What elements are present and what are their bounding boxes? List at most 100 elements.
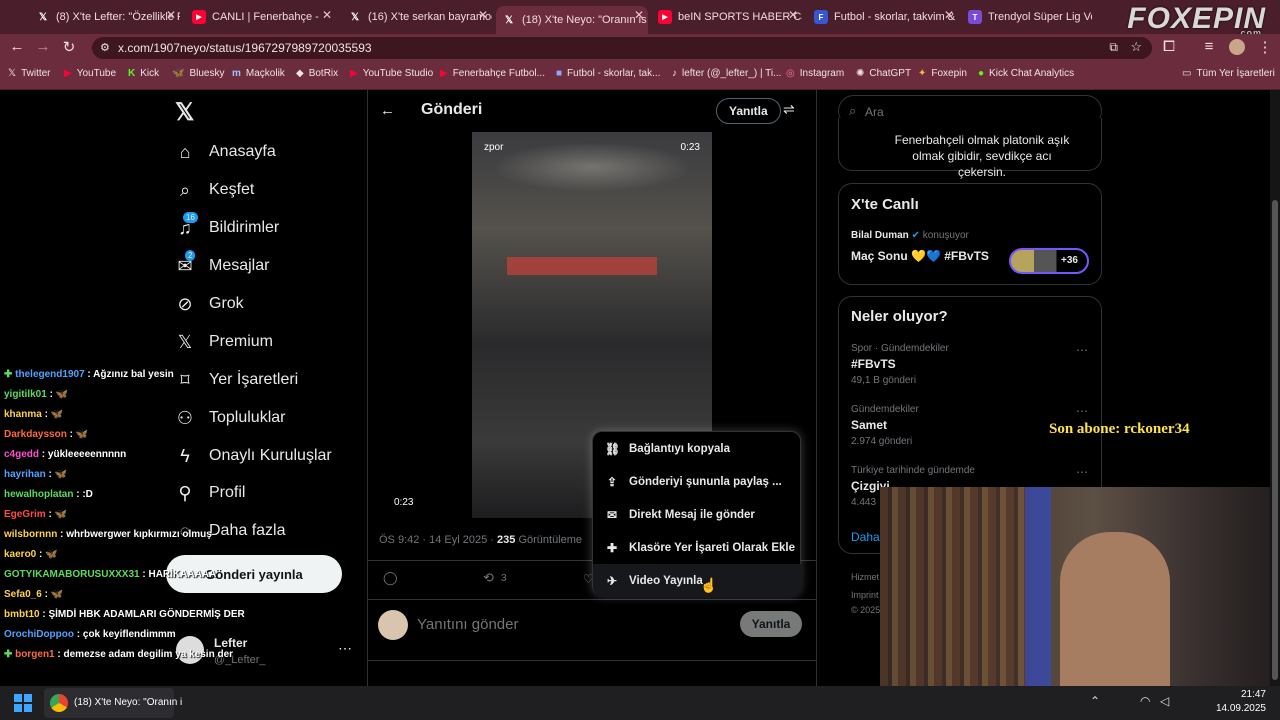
tab-bein[interactable]: ▶ beIN SPORTS HABER Can ✕ (652, 6, 802, 28)
trend-item[interactable]: Spor · Gündemdekiler #FBvTS 49,1 B gönderi (851, 343, 949, 386)
show-more-link[interactable]: Daha (851, 530, 880, 544)
bookmark-foxepin[interactable]: ✦ Foxepin (918, 68, 967, 79)
scrollbar-thumb[interactable] (1272, 200, 1278, 680)
install-icon[interactable]: ⧉ (1109, 40, 1118, 55)
reload-icon[interactable]: ↻ (60, 38, 78, 56)
all-bookmarks[interactable]: ▭ Tüm Yer İşaretleri (1182, 68, 1275, 79)
sidebar-item-notifications[interactable]: ♫ 16 Bildirimler (175, 212, 279, 238)
reply-icon[interactable]: ◯ (383, 570, 398, 586)
bookshelf (880, 487, 1030, 686)
bluesky-icon: 🦋 (172, 68, 185, 79)
speaker-icon[interactable]: ◁ (1160, 694, 1169, 708)
close-icon[interactable]: ✕ (944, 8, 954, 22)
mail-icon: ✉ (606, 507, 618, 522)
account-more-icon[interactable]: ⋯ (338, 640, 352, 657)
menu-item-share-via[interactable]: ⇪ Gönderiyi şununla paylaş ... (593, 465, 802, 498)
menu-item-copy-link[interactable]: ⛓ Bağlantıyı kopyala (593, 432, 802, 465)
live-listeners[interactable]: +36 (1009, 248, 1089, 274)
bookmark-mackolik[interactable]: m Maçkolik (232, 68, 285, 79)
sidebar-item-home[interactable]: ⌂ Anasayfa (175, 142, 276, 162)
star-icon[interactable]: ☆ (1130, 39, 1142, 55)
live-host[interactable]: Bilal Duman ✔ konuşuyor (851, 230, 969, 241)
wifi-icon[interactable]: ◠ (1140, 694, 1150, 708)
tab-serkan[interactable]: 𝕏 (16) X'te serkan bayramog ✕ (342, 6, 492, 28)
address-bar[interactable]: ⚙ x.com/1907neyo/status/1967297989720035… (92, 37, 1152, 59)
instagram-icon: ◎ (786, 68, 795, 79)
menu-item-bookmark-folder[interactable]: ✚ Klasöre Yer İşareti Olarak Ekle (593, 531, 802, 564)
trend-item[interactable]: Gündemdekiler Samet 2.974 gönderi (851, 404, 919, 447)
media-icon[interactable]: ≡ (1200, 38, 1218, 55)
live-topic[interactable]: Maç Sonu 💛💙 #FBvTS (851, 249, 989, 263)
trend-more-icon[interactable]: ⋯ (1076, 465, 1088, 479)
menu-item-send-dm[interactable]: ✉ Direkt Mesaj ile gönder (593, 498, 802, 531)
bookmark-futbol[interactable]: ■ Futbol - skorlar, tak... (556, 68, 660, 79)
video-duration-top: 0:23 (680, 142, 700, 153)
back-icon[interactable]: ← (8, 38, 26, 55)
tab-trendyol[interactable]: T Trendyol Süper Lig Ve (962, 6, 1092, 28)
close-icon[interactable]: ✕ (788, 8, 798, 22)
x-icon: 𝕏 (504, 14, 514, 26)
tray-chevron-icon[interactable]: ⌃ (1090, 694, 1100, 708)
chat-line: hayrihan : 🦋 (4, 469, 68, 480)
reply-input[interactable]: Yanıtını gönder (417, 616, 518, 633)
trend-more-icon[interactable]: ⋯ (1076, 404, 1088, 418)
footer-link-imprint[interactable]: Imprint (851, 590, 879, 600)
chat-line: khanma : 🦋 (4, 409, 64, 420)
menu-icon[interactable]: ⋮ (1256, 38, 1274, 56)
blue-light (1025, 487, 1051, 686)
bookmark-youtube[interactable]: ▶ YouTube (64, 68, 116, 79)
close-icon[interactable]: ✕ (166, 8, 176, 22)
bookmark-chatgpt[interactable]: ✺ ChatGPT (856, 68, 911, 79)
tab-futbol[interactable]: F Futbol - skorlar, takvim & ✕ (808, 6, 958, 28)
kick-icon: K (128, 68, 136, 79)
bookmark-instagram[interactable]: ◎ Instagram (786, 68, 844, 79)
bookmark-kick[interactable]: K Kick (128, 68, 159, 79)
sidebar-item-explore[interactable]: ⌕ Keşfet (175, 180, 254, 200)
trend-more-icon[interactable]: ⋯ (1076, 343, 1088, 357)
close-icon[interactable]: ✕ (634, 8, 644, 22)
youtube-icon: ▶ (658, 10, 672, 24)
clock-date[interactable]: 14.09.2025 (1212, 703, 1266, 714)
message-badge: 2 (185, 250, 196, 261)
clock-time[interactable]: 21:47 (1222, 689, 1266, 700)
settings-icon[interactable]: ⇌ (783, 101, 795, 118)
tab-neyo[interactable]: 𝕏 (18) X'te Neyo: "Oranın is ✕ (496, 6, 648, 34)
sidebar-item-messages[interactable]: ✉ 2 Mesajlar (175, 250, 269, 276)
back-arrow-icon[interactable]: ← (380, 102, 395, 119)
chat-badge-icon: ✚ (4, 369, 13, 380)
trendyol-icon: T (968, 10, 982, 24)
bell-icon: ♫ 16 (175, 212, 198, 238)
footer-link-terms[interactable]: Hizmet (851, 572, 879, 582)
scrollbar[interactable] (1270, 90, 1280, 686)
site-info-icon[interactable]: ⚙ (100, 41, 110, 54)
tab-lefter[interactable]: 𝕏 (8) X'te Lefter: "Özellikle F ✕ (30, 6, 180, 28)
header-reply-button[interactable]: Yanıtla (716, 98, 781, 124)
x-icon: 𝕏 (8, 68, 17, 79)
video-light (492, 142, 692, 192)
close-icon[interactable]: ✕ (322, 8, 332, 22)
chat-line: kaero0 : 🦋 (4, 549, 58, 560)
windows-start-icon[interactable] (14, 694, 32, 712)
link-icon: ⛓ (605, 441, 621, 456)
forward-icon[interactable]: → (34, 38, 52, 55)
bookmark-kick-chat[interactable]: ● Kick Chat Analytics (978, 68, 1074, 79)
tab-canli[interactable]: ▶ CANLI | Fenerbahçe - ✕ (186, 6, 336, 28)
sidebar-item-grok[interactable]: ⊘ Grok (175, 294, 243, 314)
bookmark-fenerbahce[interactable]: ▶ Fenerbahçe Futbol... (440, 68, 545, 79)
close-icon[interactable]: ✕ (478, 8, 488, 22)
chat-line: bmbt10 : ŞİMDİ HBK ADAMLARI GÖNDERMİŞ DE… (4, 609, 245, 620)
bookmark-bluesky[interactable]: 🦋 Bluesky (172, 68, 224, 79)
bookmark-lefter[interactable]: ♪ lefter (@_lefter_) | Ti... (672, 68, 781, 79)
menu-item-broadcast-video[interactable]: ✈ Video Yayınla (593, 564, 802, 597)
extensions-icon[interactable]: ⧠ (1160, 38, 1178, 55)
avatar[interactable] (1229, 39, 1245, 55)
reply-submit-button[interactable]: Yanıtla (740, 611, 802, 637)
bookmark-youtube-studio[interactable]: ▶ YouTube Studio (350, 68, 433, 79)
taskbar-chrome-app[interactable]: (18) X'te Neyo: "Oranın i (44, 688, 182, 718)
bookmark-twitter[interactable]: 𝕏 Twitter (8, 68, 51, 79)
x-logo-icon[interactable]: 𝕏 (175, 98, 194, 127)
bookmark-botrix[interactable]: ◆ BotRix (296, 68, 338, 79)
sidebar-item-premium[interactable]: 𝕏 Premium (175, 332, 273, 352)
retweet-icon[interactable]: ⟲ (483, 570, 494, 586)
chat-line: c4gedd : yükleeeeennnnn (4, 449, 127, 460)
